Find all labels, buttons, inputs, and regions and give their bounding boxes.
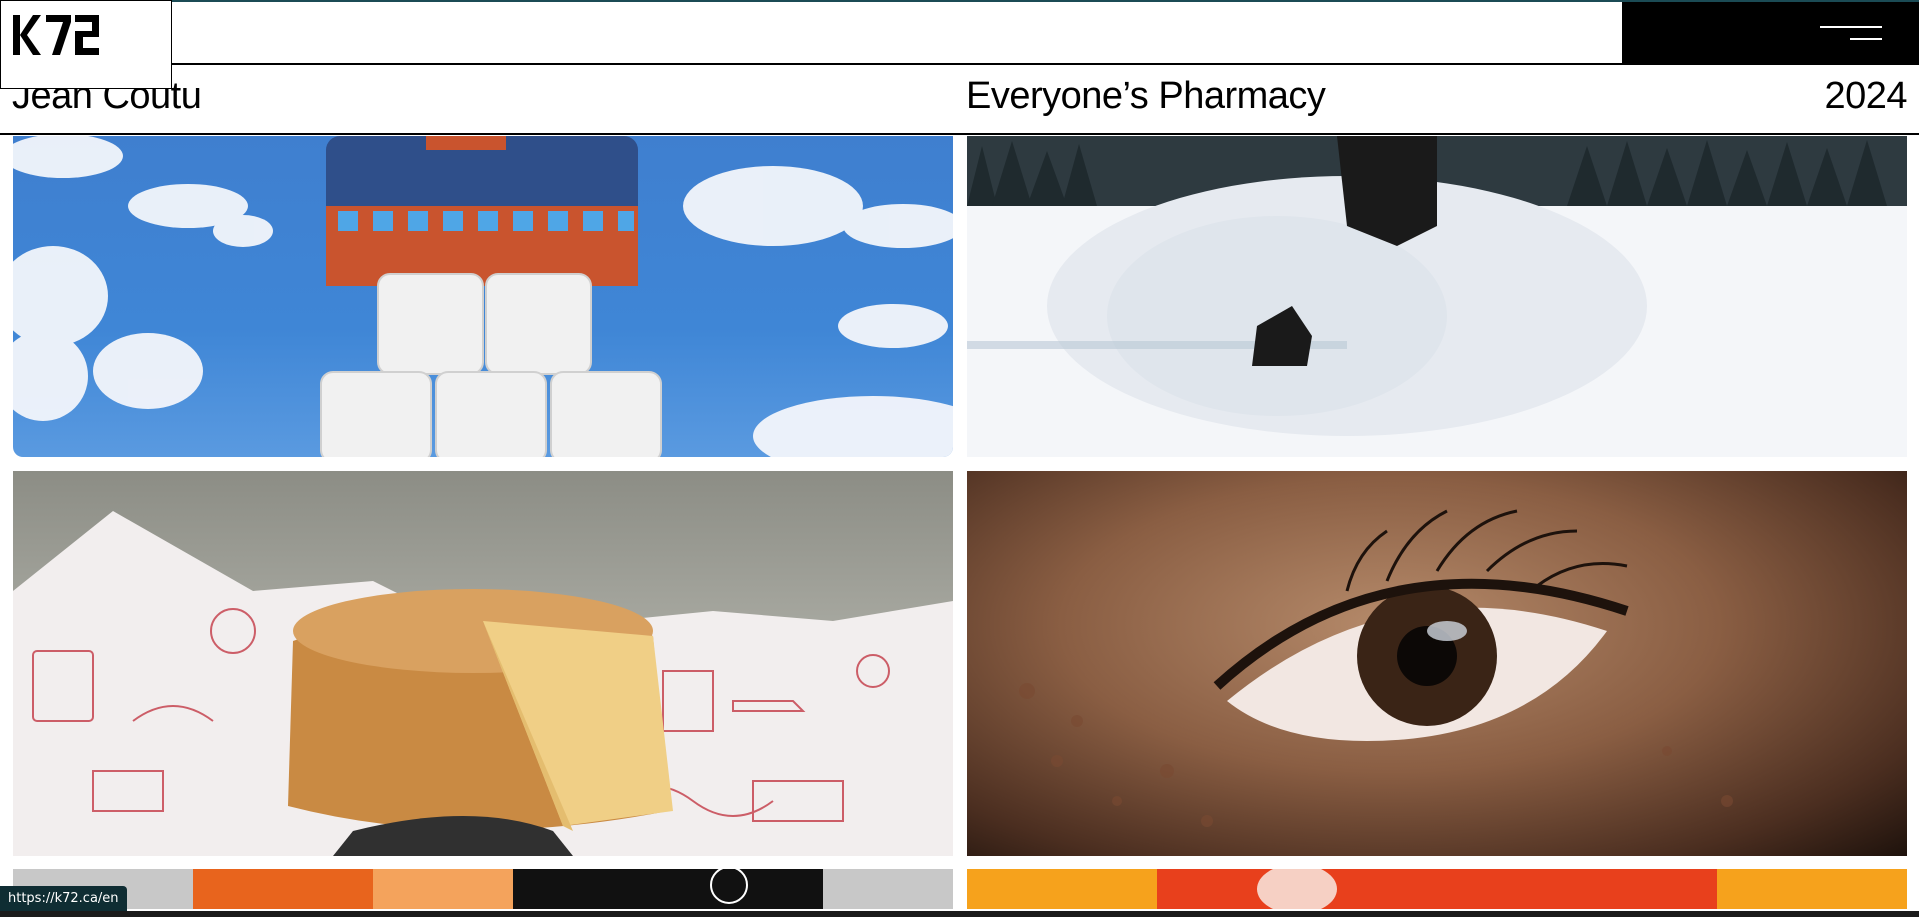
project-year: 2024 (1824, 75, 1907, 117)
gallery-image-snowmobile (967, 136, 1907, 457)
browser-status-url: https://k72.ca/en (0, 886, 127, 911)
k72-logo-link[interactable] (0, 0, 172, 89)
hamburger-menu-icon (1820, 24, 1882, 42)
page-bottom-edge (0, 911, 1919, 917)
gallery-image-eye-closeup (967, 471, 1907, 856)
project-title-bar: Jean Coutu Everyone’s Pharmacy 2024 (0, 65, 1919, 135)
gallery-image-cheese (13, 471, 953, 856)
gallery-image-toilet-paper (13, 136, 953, 457)
gallery-image-orange (967, 869, 1907, 909)
project-tagline: Everyone’s Pharmacy (966, 75, 1326, 117)
menu-button[interactable] (1622, 2, 1919, 63)
gallery-image-packaging (13, 869, 953, 909)
k72-logo-icon (13, 15, 99, 55)
top-navigation-bar (0, 0, 1919, 65)
